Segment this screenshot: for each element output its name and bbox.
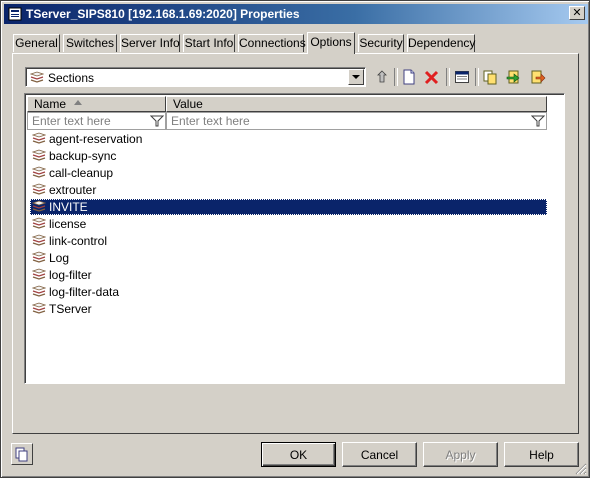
properties-icon (455, 71, 469, 83)
copy-button[interactable] (480, 67, 500, 87)
cancel-button[interactable]: Cancel (342, 442, 417, 467)
tab-connections[interactable]: Connections (238, 34, 306, 52)
list-item-label: Log (49, 251, 70, 265)
section-icon (31, 285, 47, 300)
section-icon (31, 217, 47, 232)
list-item-label: TServer (49, 302, 92, 316)
list-item-label: license (49, 217, 87, 231)
list-item-label: call-cleanup (49, 166, 114, 180)
section-icon (31, 302, 47, 317)
help-button[interactable]: Help (504, 442, 579, 467)
name-filter-cell (27, 112, 166, 130)
list-item-label: backup-sync (49, 149, 117, 163)
view-select[interactable]: Sections (25, 67, 366, 87)
tab-dependency[interactable]: Dependency (407, 34, 475, 52)
list-item-label: log-filter-data (49, 285, 120, 299)
list-item[interactable]: Log (30, 250, 547, 266)
title-bar[interactable]: TServer_SIPS810 [192.168.1.69:2020] Prop… (4, 4, 588, 24)
value-filter-input[interactable] (171, 114, 281, 128)
properties-button[interactable] (452, 67, 472, 87)
tab-server-info[interactable]: Server Info (120, 34, 180, 52)
name-filter-input[interactable] (32, 114, 142, 128)
ok-button[interactable]: OK (261, 442, 336, 467)
delete-button[interactable] (422, 67, 442, 87)
filter-icon[interactable] (150, 114, 164, 128)
list-item[interactable]: agent-reservation (30, 131, 547, 147)
options-grid[interactable]: Name Value agent-reservation backup-sync c… (24, 93, 565, 384)
section-icon (31, 200, 47, 215)
list-item[interactable]: TServer (30, 301, 547, 317)
copy-icon (483, 70, 497, 85)
section-icon (31, 149, 47, 164)
chevron-down-icon[interactable] (348, 69, 364, 85)
import-icon (506, 70, 520, 84)
list-item-label: INVITE (49, 200, 88, 214)
section-icon (31, 132, 47, 147)
toolbar-separator (475, 68, 479, 86)
copy-clipboard-button[interactable] (11, 443, 33, 465)
view-select-value: Sections (48, 71, 95, 85)
new-document-icon (403, 69, 415, 85)
list-item[interactable]: backup-sync (30, 148, 547, 164)
close-button[interactable]: ✕ (569, 6, 585, 20)
section-icon (31, 234, 47, 249)
close-icon: ✕ (572, 7, 582, 19)
list-item[interactable]: link-control (30, 233, 547, 249)
list-item-label: log-filter (49, 268, 92, 282)
section-icon (31, 268, 47, 283)
new-item-button[interactable] (399, 67, 419, 87)
tab-security[interactable]: Security (358, 34, 404, 52)
list-item[interactable]: log-filter-data (30, 284, 547, 300)
clipboard-icon (15, 447, 28, 462)
section-icon (31, 183, 47, 198)
section-icon (31, 251, 47, 266)
list-item-label: agent-reservation (49, 132, 143, 146)
column-header-name[interactable]: Name (27, 96, 166, 112)
sort-ascending-icon (74, 100, 82, 105)
tab-start-info[interactable]: Start Info (183, 34, 235, 52)
tab-general[interactable]: General (13, 34, 60, 52)
app-icon (8, 7, 22, 21)
list-item[interactable]: license (30, 216, 547, 232)
toolbar-separator (446, 68, 450, 86)
up-level-button[interactable] (372, 67, 392, 87)
delete-icon (424, 70, 439, 85)
import-button[interactable] (504, 67, 524, 87)
tab-options[interactable]: Options (307, 32, 355, 54)
properties-dialog: TServer_SIPS810 [192.168.1.69:2020] Prop… (0, 0, 590, 478)
filter-icon[interactable] (531, 114, 545, 128)
up-level-icon (377, 70, 387, 83)
list-item[interactable]: log-filter (30, 267, 547, 283)
tab-switches[interactable]: Switches (63, 34, 117, 52)
resize-grip[interactable] (575, 463, 587, 475)
value-filter-cell (166, 112, 547, 130)
section-icon (31, 166, 47, 181)
list-item[interactable]: extrouter (30, 182, 547, 198)
export-icon (531, 70, 546, 84)
column-header-value[interactable]: Value (166, 96, 547, 112)
apply-button[interactable]: Apply (423, 442, 498, 467)
list-item-label: extrouter (49, 183, 97, 197)
sections-icon (30, 71, 44, 83)
export-button[interactable] (528, 67, 548, 87)
window-title: TServer_SIPS810 [192.168.1.69:2020] Prop… (26, 7, 300, 21)
list-item-label: link-control (49, 234, 108, 248)
list-item[interactable]: call-cleanup (30, 165, 547, 181)
toolbar-separator (394, 68, 398, 86)
list-item[interactable]: INVITE (30, 199, 547, 215)
